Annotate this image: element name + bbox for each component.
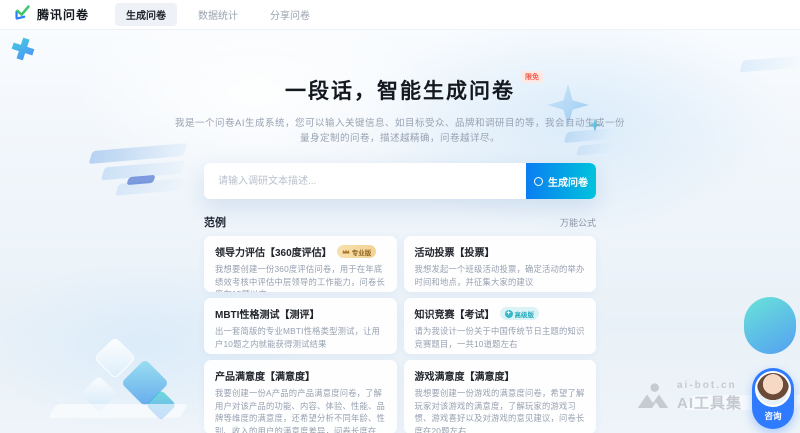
nav-tabs: 生成问卷 数据统计 分享问卷 <box>115 3 321 26</box>
deco-left-glass-bar <box>89 143 188 164</box>
ai-bot-watermark: ai-bot.cn AI工具集 <box>636 380 742 413</box>
example-card-leadership[interactable]: 领导力评估【360度评估】 专业版 我想要创建一份360度评估问卷，用于在年底绩… <box>204 236 397 292</box>
consultant-avatar <box>755 371 791 407</box>
brand-name: 腾讯问卷 <box>37 6 89 23</box>
top-nav: 腾讯问卷 生成问卷 数据统计 分享问卷 <box>0 0 800 30</box>
plus-icon: + <box>505 310 513 318</box>
deco-bottom-left-slab <box>48 404 189 418</box>
hero-description-line2: 量身定制的问卷，描述越精确，问卷越详尽。 <box>0 131 800 146</box>
generate-ring-icon <box>534 177 543 186</box>
hero-section: 一段话，智能生成问卷 限免 我是一个问卷AI生成系统，您可以输入关键信息、如目标… <box>0 30 800 146</box>
contact-widget[interactable]: 咨询 <box>752 368 794 429</box>
deco-cube <box>81 376 118 413</box>
deco-cube <box>145 389 176 420</box>
watermark-title: AI工具集 <box>677 392 742 413</box>
free-badge: 限免 <box>521 71 543 83</box>
hero-description: 我是一个问卷AI生成系统，您可以输入关键信息、如目标受众、品牌和调研目的等，我会… <box>0 116 800 146</box>
pro-badge: 专业版 <box>337 245 377 258</box>
generator-bar: 生成问卷 <box>204 163 596 199</box>
tab-share-survey[interactable]: 分享问卷 <box>259 3 321 26</box>
page-title: 一段话，智能生成问卷 限免 <box>285 75 515 105</box>
watermark-url: ai-bot.cn <box>677 380 742 391</box>
crown-icon <box>342 248 350 255</box>
example-cards: 领导力评估【360度评估】 专业版 我想要创建一份360度评估问卷，用于在年底绩… <box>204 236 596 433</box>
premium-badge: + 高级版 <box>500 307 540 320</box>
examples-section: 范例 万能公式 领导力评估【360度评估】 专业版 我想要创建一份360度评估问… <box>204 214 596 433</box>
hero-description-line1: 我是一个问卷AI生成系统，您可以输入关键信息、如目标受众、品牌和调研目的等，我会… <box>0 116 800 131</box>
survey-description-input[interactable] <box>204 163 526 199</box>
deco-left-glass-bar <box>115 178 185 196</box>
deco-left-accent-bar <box>126 175 155 185</box>
brand-logo[interactable]: 腾讯问卷 <box>14 4 89 26</box>
deco-left-glass-bar <box>101 161 186 181</box>
deco-cube <box>121 359 169 407</box>
universal-formula-link[interactable]: 万能公式 <box>560 216 596 229</box>
example-card-vote[interactable]: 活动投票【投票】 我想发起一个班级活动投票，确定活动的举办时间和地点，并征集大家… <box>404 236 597 292</box>
example-card-mbti[interactable]: MBTI性格测试【测评】 出一套简版的专业MBTI性格类型测试，让用户10题之内… <box>204 298 397 354</box>
examples-heading: 范例 <box>204 214 226 230</box>
deco-cube <box>94 337 136 379</box>
survey-logo-icon <box>14 4 31 26</box>
example-card-product-satisfaction[interactable]: 产品满意度【满意度】 我要创建一份A产品的产品满意度问卷，了解用户对该产品的功能… <box>204 360 397 433</box>
example-card-quiz[interactable]: 知识竞赛【考试】 + 高级版 请为我设计一份关于中国传统节日主题的知识竞赛题目，… <box>404 298 597 354</box>
generate-survey-button[interactable]: 生成问卷 <box>526 163 596 199</box>
tab-generate-survey[interactable]: 生成问卷 <box>115 3 177 26</box>
ai-bot-logo-icon <box>636 382 670 412</box>
deco-teal-cylinder <box>744 297 796 354</box>
example-card-game-satisfaction[interactable]: 游戏满意度【满意度】 我想要创建一份游戏的满意度问卷，希望了解玩家对该游戏的满意… <box>404 360 597 433</box>
tab-data-statistics[interactable]: 数据统计 <box>187 3 249 26</box>
contact-label: 咨询 <box>755 410 791 422</box>
